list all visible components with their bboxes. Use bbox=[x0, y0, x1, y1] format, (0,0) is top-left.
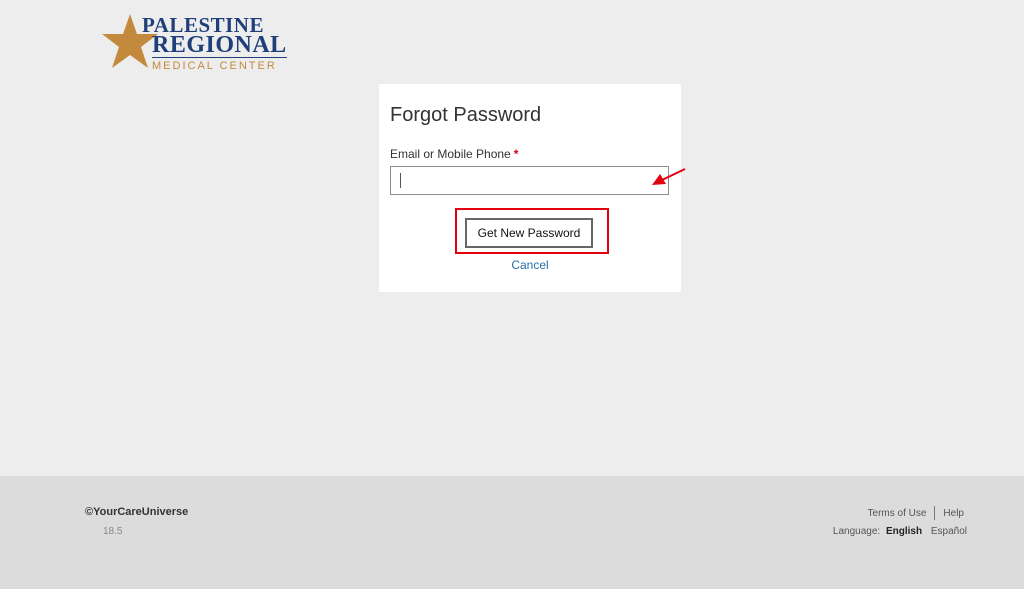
email-field-label: Email or Mobile Phone * bbox=[390, 147, 518, 161]
forgot-password-card: Forgot Password Email or Mobile Phone * G… bbox=[379, 84, 681, 292]
language-english[interactable]: English bbox=[886, 526, 922, 537]
footer: ©YourCareUniverse 18.5 Terms of Use Help… bbox=[0, 476, 1024, 589]
language-selector: Language: English Español bbox=[833, 526, 967, 537]
arrow-annotation-icon bbox=[652, 168, 686, 185]
required-marker: * bbox=[513, 147, 519, 161]
footer-link-divider bbox=[934, 506, 936, 520]
footer-links: Terms of Use Help bbox=[868, 506, 964, 520]
email-field-label-text: Email or Mobile Phone bbox=[390, 147, 511, 161]
help-link[interactable]: Help bbox=[943, 508, 964, 519]
language-espanol-link[interactable]: Español bbox=[931, 526, 967, 537]
terms-of-use-link[interactable]: Terms of Use bbox=[868, 508, 927, 519]
text-caret bbox=[400, 173, 401, 188]
page: PALESTINE REGIONAL MEDICAL CENTER Forgot… bbox=[0, 0, 1024, 589]
language-label: Language: bbox=[832, 526, 881, 537]
email-or-phone-input[interactable] bbox=[390, 166, 669, 195]
get-new-password-button[interactable]: Get New Password bbox=[465, 218, 593, 248]
logo-text-regional: REGIONAL bbox=[152, 32, 287, 58]
cancel-link[interactable]: Cancel bbox=[379, 258, 681, 272]
page-title: Forgot Password bbox=[390, 104, 542, 126]
logo-divider bbox=[152, 57, 287, 58]
version-text: 18.5 bbox=[103, 526, 123, 537]
logo-text-medical-center: MEDICAL CENTER bbox=[152, 60, 277, 72]
copyright-text: ©YourCareUniverse bbox=[85, 506, 189, 518]
logo[interactable]: PALESTINE REGIONAL MEDICAL CENTER bbox=[100, 12, 290, 74]
